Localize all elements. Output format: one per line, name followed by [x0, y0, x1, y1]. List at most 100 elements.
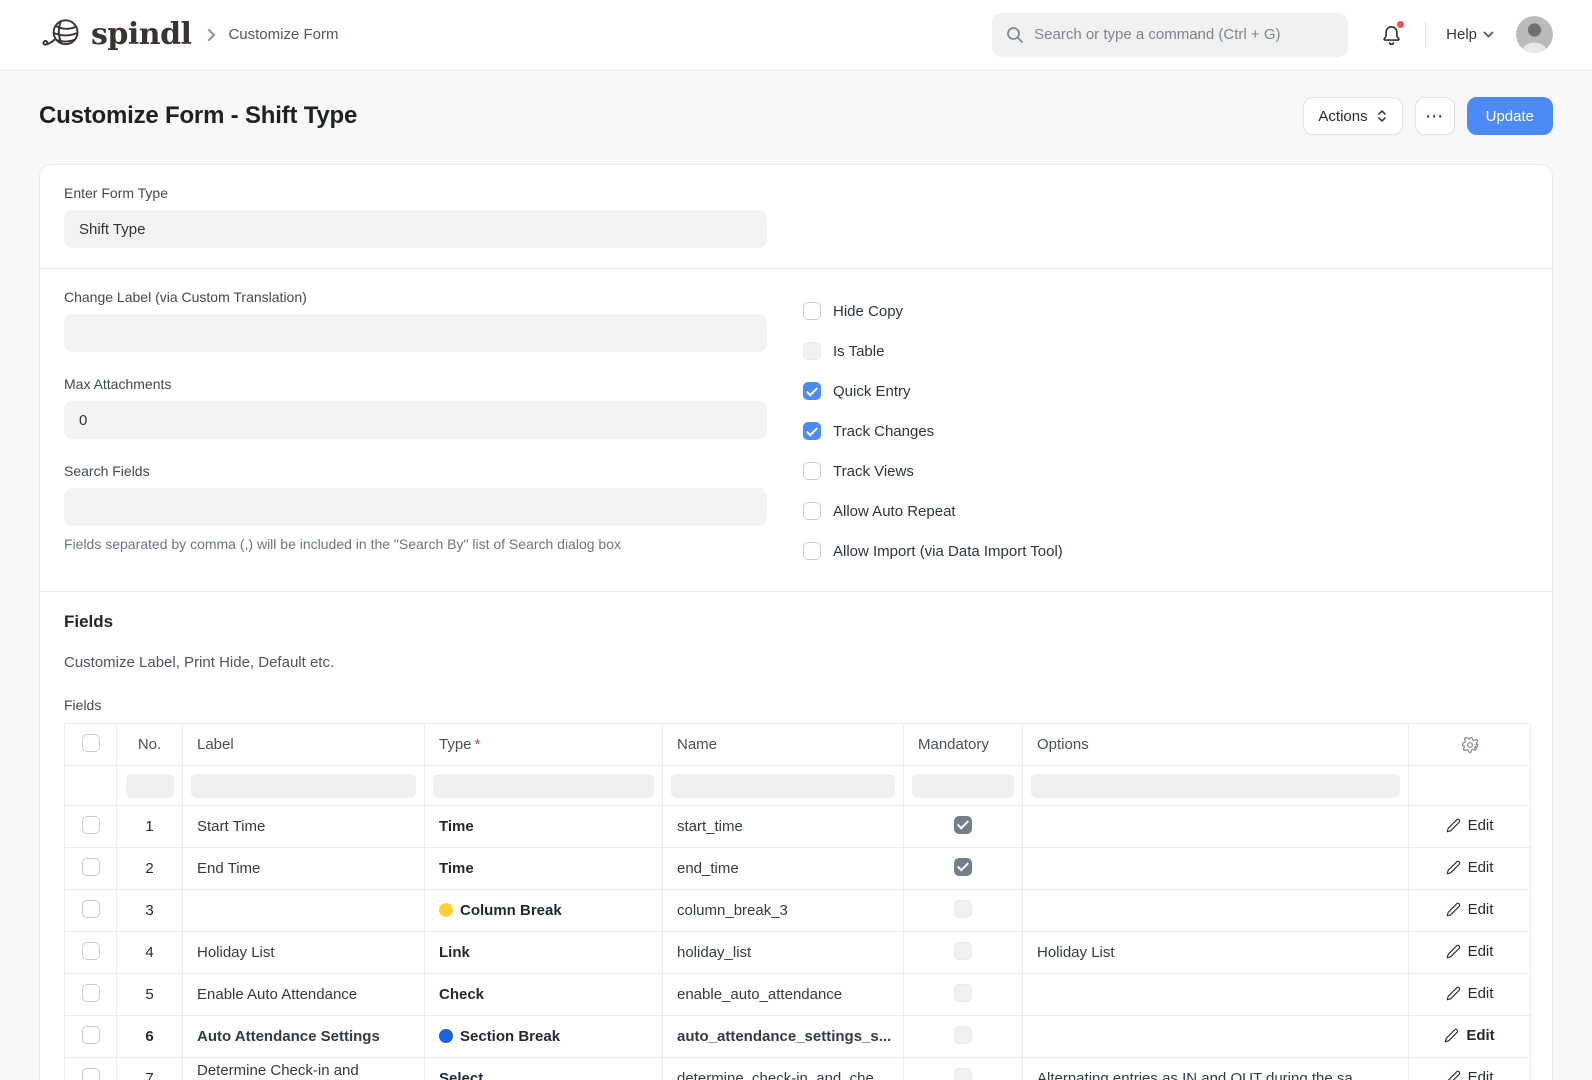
mandatory-checkbox [954, 983, 972, 1002]
user-avatar[interactable] [1516, 16, 1553, 53]
edit-field-button[interactable]: Edit [1446, 1069, 1493, 1080]
form-type-input[interactable] [64, 210, 767, 248]
filter-no-input[interactable] [125, 773, 174, 798]
pencil-icon [1446, 902, 1460, 916]
field-name[interactable]: end_time [662, 847, 904, 890]
help-menu[interactable]: Help [1446, 26, 1494, 43]
field-label[interactable]: End Time [182, 847, 425, 890]
search-fields-input[interactable] [64, 488, 767, 526]
checkbox-box[interactable] [803, 462, 821, 480]
filter-mandatory-input[interactable] [912, 773, 1014, 798]
field-options[interactable] [1022, 805, 1409, 848]
actions-dropdown-button[interactable]: Actions [1303, 97, 1403, 135]
field-label[interactable]: Auto Attendance Settings [182, 1015, 425, 1058]
field-options[interactable] [1022, 1015, 1409, 1058]
navbar: spindl Customize Form Search or type a c… [0, 0, 1592, 70]
global-search-input[interactable]: Search or type a command (Ctrl + G) [992, 12, 1349, 57]
field-options[interactable]: Alternating entries as IN and OUT during… [1022, 1057, 1409, 1080]
field-options[interactable] [1022, 889, 1409, 932]
field-row: 1 Start Time Time start_time Edit [64, 805, 1531, 848]
field-type[interactable]: Link [424, 931, 663, 974]
row-select-checkbox[interactable] [81, 815, 100, 834]
edit-field-button[interactable]: Edit [1446, 901, 1493, 918]
checkbox-allow-auto-repeat[interactable]: Allow Auto Repeat [803, 491, 1063, 531]
field-name[interactable]: start_time [662, 805, 904, 848]
select-all-checkbox[interactable] [81, 733, 100, 752]
checkbox-box[interactable] [803, 302, 821, 320]
col-header-type: Type * [424, 723, 663, 766]
field-type[interactable]: Check [424, 973, 663, 1016]
field-options[interactable] [1022, 973, 1409, 1016]
max-attachments-input[interactable] [64, 401, 767, 439]
page-title: Customize Form - Shift Type [39, 102, 358, 129]
edit-field-button[interactable]: Edit [1446, 817, 1493, 834]
row-select-checkbox[interactable] [81, 857, 100, 876]
checkbox-box[interactable] [803, 422, 821, 440]
brand-logo[interactable]: spindl [39, 15, 192, 55]
filter-options-input[interactable] [1031, 773, 1400, 798]
filter-name-input[interactable] [671, 773, 895, 798]
checkbox-box[interactable] [803, 502, 821, 520]
field-type[interactable]: Column Break [424, 889, 663, 932]
row-select-checkbox[interactable] [81, 1025, 100, 1044]
checkbox-box[interactable] [803, 542, 821, 560]
edit-field-button[interactable]: Edit [1444, 1027, 1495, 1044]
pencil-icon [1446, 944, 1460, 958]
filter-label-input[interactable] [191, 773, 416, 798]
edit-field-button[interactable]: Edit [1446, 943, 1493, 960]
change-label-input[interactable] [64, 314, 767, 352]
field-label[interactable]: Start Time [182, 805, 425, 848]
field-name[interactable]: holiday_list [662, 931, 904, 974]
mandatory-checkbox [954, 1025, 972, 1044]
row-select-checkbox[interactable] [81, 983, 100, 1002]
field-no: 6 [116, 1015, 183, 1058]
field-no: 7 [116, 1057, 183, 1080]
checkbox-quick-entry[interactable]: Quick Entry [803, 371, 1063, 411]
field-name[interactable]: column_break_3 [662, 889, 904, 932]
checkbox-track-changes[interactable]: Track Changes [803, 411, 1063, 451]
checkbox-is-table[interactable]: Is Table [803, 331, 1063, 371]
row-select-checkbox[interactable] [81, 1067, 100, 1080]
field-label[interactable]: Enable Auto Attendance [182, 973, 425, 1016]
breadcrumb[interactable]: Customize Form [228, 26, 338, 43]
field-no: 5 [116, 973, 183, 1016]
checkbox-hide-copy[interactable]: Hide Copy [803, 291, 1063, 331]
customize-form-card: Enter Form Type Change Label (via Custom… [39, 164, 1553, 1080]
up-down-chevrons-icon [1376, 108, 1388, 124]
search-placeholder: Search or type a command (Ctrl + G) [1034, 26, 1281, 43]
checkbox-box[interactable] [803, 342, 821, 360]
field-row: 6 Auto Attendance Settings Section Break au… [64, 1015, 1531, 1058]
filter-type-input[interactable] [433, 773, 654, 798]
field-label[interactable] [182, 889, 425, 932]
edit-field-button[interactable]: Edit [1446, 985, 1493, 1002]
field-options[interactable]: Holiday List [1022, 931, 1409, 974]
notifications-button[interactable] [1380, 20, 1405, 47]
edit-field-button[interactable]: Edit [1446, 859, 1493, 876]
field-name[interactable]: enable_auto_attendance [662, 973, 904, 1016]
row-select-checkbox[interactable] [81, 941, 100, 960]
field-type[interactable]: Section Break [424, 1015, 663, 1058]
checkbox-track-views[interactable]: Track Views [803, 451, 1063, 491]
field-label[interactable]: Holiday List [182, 931, 425, 974]
row-select-checkbox[interactable] [81, 899, 100, 918]
field-type[interactable]: Time [424, 847, 663, 890]
field-type[interactable]: Select [424, 1057, 663, 1080]
field-type[interactable]: Time [424, 805, 663, 848]
grid-settings-gear-icon[interactable] [1423, 736, 1516, 754]
pencil-icon [1446, 986, 1460, 1000]
section-break-icon [439, 1029, 453, 1043]
field-name[interactable]: auto_attendance_settings_s... [662, 1015, 904, 1058]
update-button[interactable]: Update [1466, 97, 1553, 135]
field-label[interactable]: Determine Check-in and Chec... [182, 1057, 425, 1080]
more-options-button[interactable]: ⋯ [1414, 97, 1455, 135]
field-options[interactable] [1022, 847, 1409, 890]
mandatory-checkbox [954, 941, 972, 960]
column-break-icon [439, 903, 453, 917]
field-no: 2 [116, 847, 183, 890]
checkbox-box[interactable] [803, 382, 821, 400]
field-name[interactable]: determine_check-in_and_che... [662, 1057, 904, 1080]
field-row: 7Determine Check-in and Chec...Selectdet… [64, 1057, 1531, 1080]
fields-grid: No. Label Type* Name Mandatory Options [64, 723, 1531, 1080]
checkbox-allow-import-via-data-import-tool[interactable]: Allow Import (via Data Import Tool) [803, 531, 1063, 571]
col-header-label: Label [182, 723, 425, 766]
